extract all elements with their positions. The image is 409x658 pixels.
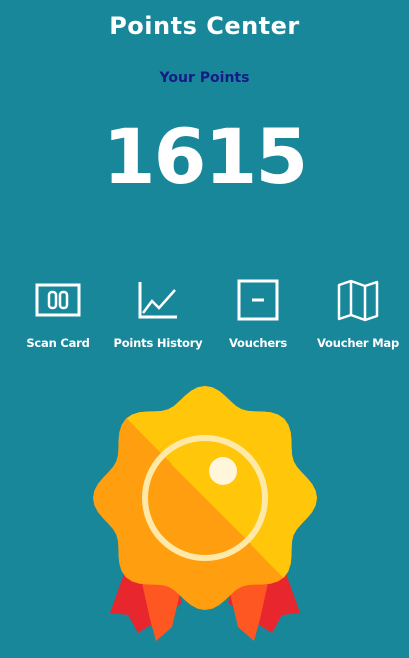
scan-card-icon xyxy=(34,278,82,322)
voucher-icon xyxy=(237,278,279,322)
map-icon xyxy=(336,278,380,322)
points-value: 1615 xyxy=(102,112,309,201)
vouchers-button[interactable]: Vouchers xyxy=(210,278,306,350)
points-history-button[interactable]: Points History xyxy=(110,278,206,350)
award-badge-icon xyxy=(93,386,317,641)
action-bar: Scan Card Points History Vouchers Vouche… xyxy=(10,278,406,350)
vouchers-label: Vouchers xyxy=(228,336,288,350)
your-points-label: Your Points xyxy=(159,70,250,86)
chart-icon xyxy=(137,278,179,322)
voucher-map-label: Voucher Map xyxy=(316,336,400,350)
page-title: Points Center xyxy=(109,12,300,40)
points-history-label: Points History xyxy=(113,336,203,350)
scan-card-button[interactable]: Scan Card xyxy=(10,278,106,350)
scan-card-label: Scan Card xyxy=(26,336,90,350)
voucher-map-button[interactable]: Voucher Map xyxy=(310,278,406,350)
